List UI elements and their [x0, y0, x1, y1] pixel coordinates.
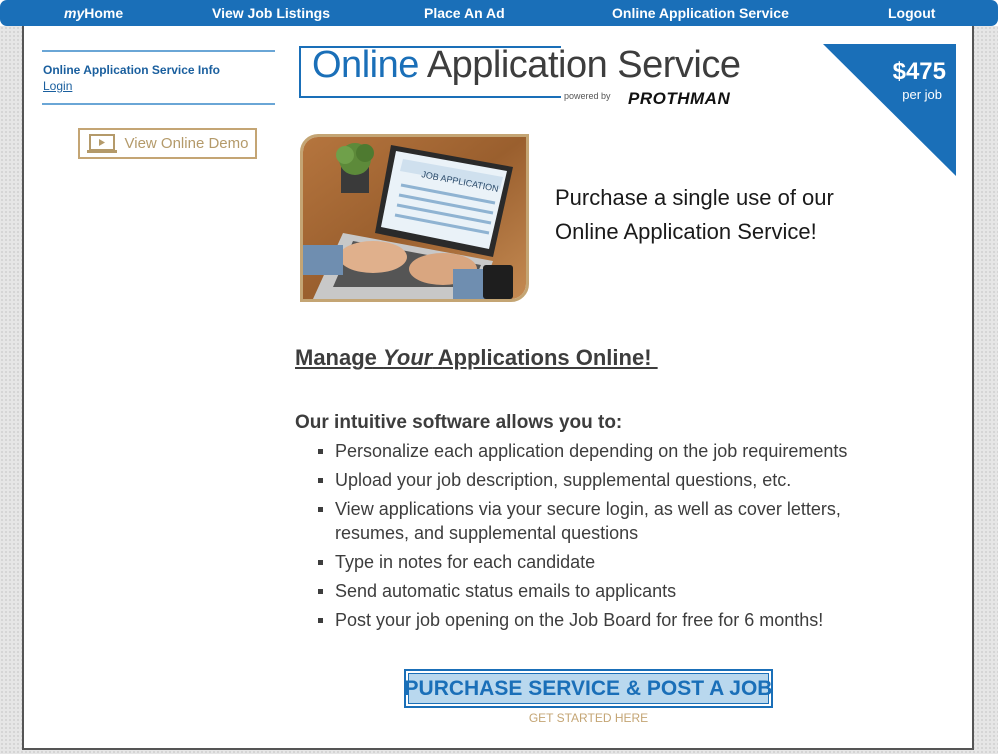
view-demo-label: View Online Demo [124, 135, 249, 152]
manage-heading: Manage Your Applications Online! [295, 345, 658, 371]
purchase-service-button[interactable]: PURCHASE SERVICE & POST A JOB [404, 669, 773, 708]
powered-by-text: powered by [564, 91, 611, 101]
logo-word-service: Application Service [426, 44, 741, 86]
features-intro: Our intuitive software allows you to: [295, 412, 623, 433]
feature-item: Type in notes for each candidate [316, 550, 896, 574]
video-play-icon [86, 133, 117, 153]
nav-place-ad[interactable]: Place An Ad [424, 5, 505, 21]
hero-photo: JOB APPLICATION [300, 134, 529, 302]
price-amount: $475 [892, 58, 946, 85]
heading-emphasis: Your [383, 345, 433, 370]
sidebar-login-link[interactable]: Login [43, 79, 72, 93]
purchase-service-label: PURCHASE SERVICE & POST A JOB [405, 673, 772, 704]
nav-home-label: Home [84, 5, 124, 21]
features-list: Personalize each application depending o… [316, 439, 896, 637]
nav-my-home[interactable]: myHome [64, 5, 123, 21]
logo-word-online: Online [312, 44, 419, 86]
sidebar-info-link[interactable]: Online Application Service Info [43, 63, 220, 77]
heading-post: Applications Online! [432, 345, 658, 370]
sidebar-divider-top [42, 50, 275, 52]
sidebar-divider-bottom [42, 103, 275, 105]
feature-item: Personalize each application depending o… [316, 439, 896, 463]
nav-logout[interactable]: Logout [888, 5, 935, 21]
nav-my-prefix: my [64, 5, 85, 21]
hero-tagline: Purchase a single use of our Online Appl… [555, 181, 834, 249]
get-started-text[interactable]: GET STARTED HERE [404, 711, 773, 725]
view-demo-button[interactable]: View Online Demo [78, 128, 257, 159]
oas-logo-title: Online Application Service [312, 44, 741, 87]
tagline-line-2: Online Application Service! [555, 219, 817, 244]
tagline-line-1: Purchase a single use of our [555, 185, 834, 210]
nav-job-listings[interactable]: View Job Listings [212, 5, 330, 21]
feature-item: Send automatic status emails to applican… [316, 579, 896, 603]
price-unit: per job [902, 87, 942, 102]
feature-item: Post your job opening on the Job Board f… [316, 608, 896, 632]
feature-item: View applications via your secure login,… [316, 497, 896, 545]
top-nav: myHome View Job Listings Place An Ad Onl… [0, 0, 998, 26]
laptop-photo-illustration: JOB APPLICATION [303, 137, 526, 299]
heading-pre: Manage [295, 345, 384, 370]
prothman-logo: PROTHMAN [628, 89, 731, 108]
nav-online-application-service[interactable]: Online Application Service [612, 5, 789, 21]
feature-item: Upload your job description, supplementa… [316, 468, 896, 492]
